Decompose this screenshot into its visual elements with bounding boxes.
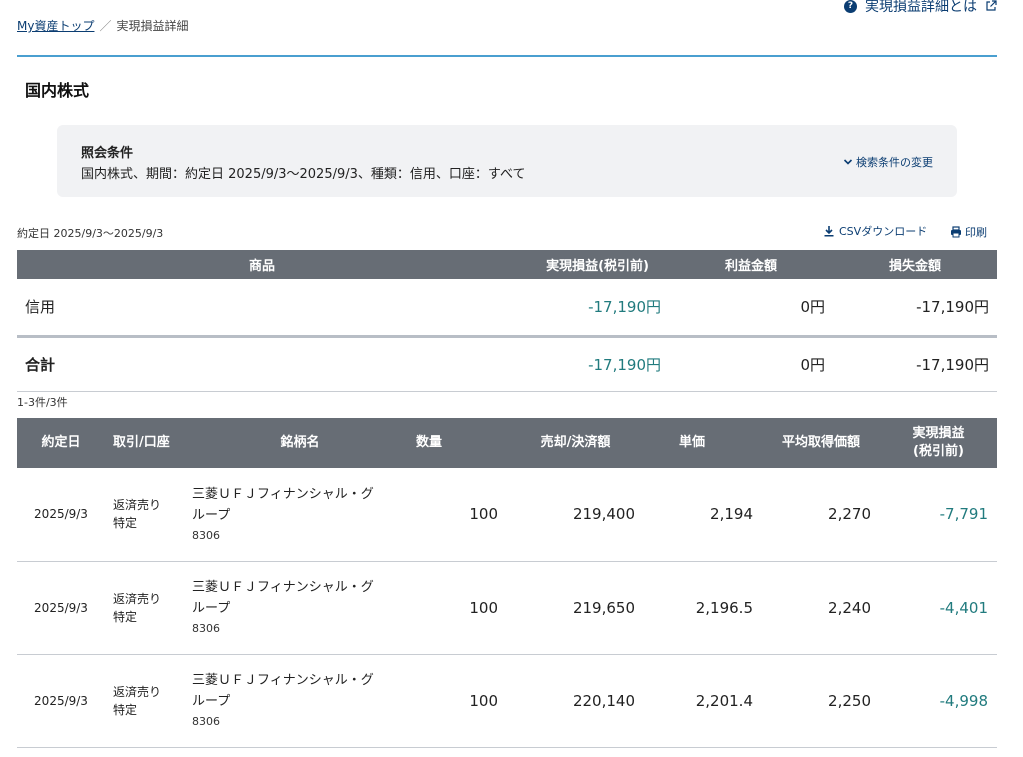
stock-code: 8306 (192, 528, 220, 542)
quantity: 100 (416, 561, 507, 655)
stock-name-cell: 三菱ＵＦＪフィナンシャル・グ ループ 8306 (184, 561, 416, 655)
print-label: 印刷 (965, 226, 987, 239)
realized-pl: -4,401 (880, 561, 997, 655)
summary-total-realized: -17,190円 (507, 336, 669, 392)
unit-price: 2,194 (644, 468, 762, 562)
detail-header-qty: 数量 (416, 418, 507, 468)
sale-amount: 220,140 (507, 654, 644, 748)
breadcrumb-current: 実現損益詳細 (116, 19, 189, 33)
detail-header-pl: 実現損益 (税引前) (880, 418, 997, 468)
avg-cost: 2,270 (762, 468, 880, 562)
summary-realized: -17,190円 (507, 279, 669, 338)
breadcrumb: My資産トップ ／ 実現損益詳細 (17, 17, 189, 34)
trade-type-cell: 返済売り 特定 (105, 468, 184, 562)
conditions-text: 国内株式、期間：約定日 2025/9/3〜2025/9/3、種類：信用、口座：す… (81, 167, 526, 182)
summary-table: 商品 実現損益(税引前) 利益金額 損失金額 信用 -17,190円 0円 -1… (17, 250, 997, 392)
question-icon: ? (844, 0, 857, 13)
sale-amount: 219,400 (507, 468, 644, 562)
unit-price: 2,196.5 (644, 561, 762, 655)
unit-price: 2,201.4 (644, 654, 762, 748)
trade-type: 返済売り (113, 684, 162, 699)
detail-header-pl-line2: (税引前) (913, 444, 964, 459)
quantity: 100 (416, 468, 507, 562)
detail-header-date: 約定日 (17, 418, 105, 468)
printer-icon (951, 226, 961, 238)
summary-profit: 0円 (669, 279, 833, 338)
stock-code: 8306 (192, 621, 220, 635)
section-title: 国内株式 (25, 81, 90, 100)
detail-header-avg: 平均取得価額 (762, 418, 880, 468)
table-row: 2025/9/3 返済売り 特定 三菱ＵＦＪフィナンシャル・グ ループ 8306… (17, 468, 997, 562)
detail-header-row: 約定日 取引/口座 銘柄名 数量 売却/決済額 単価 平均取得価額 実現損益 (… (17, 418, 997, 468)
change-conditions-link[interactable]: 検索条件の変更 (843, 154, 933, 170)
detail-header-amount: 売却/決済額 (507, 418, 644, 468)
summary-total-loss: -17,190円 (833, 336, 997, 392)
stock-name-line1: 三菱ＵＦＪフィナンシャル・グ (192, 579, 374, 595)
detail-table: 約定日 取引/口座 銘柄名 数量 売却/決済額 単価 平均取得価額 実現損益 (… (17, 418, 997, 748)
conditions-label: 照会条件 (81, 146, 134, 161)
trade-date: 2025/9/3 (17, 561, 105, 655)
breadcrumb-home-link[interactable]: My資産トップ (17, 17, 94, 34)
trade-date: 2025/9/3 (17, 468, 105, 562)
stock-name-cell: 三菱ＵＦＪフィナンシャル・グ ループ 8306 (184, 468, 416, 562)
detail-header-name: 銘柄名 (184, 418, 416, 468)
sale-amount: 219,650 (507, 561, 644, 655)
summary-header-row: 商品 実現損益(税引前) 利益金額 損失金額 (17, 250, 997, 279)
summary-total-profit: 0円 (669, 336, 833, 392)
table-row: 2025/9/3 返済売り 特定 三菱ＵＦＪフィナンシャル・グ ループ 8306… (17, 654, 997, 748)
trade-type-cell: 返済売り 特定 (105, 654, 184, 748)
top-divider (17, 55, 997, 57)
summary-product: 信用 (17, 279, 507, 338)
help-link[interactable]: ? 実現損益詳細とは (844, 0, 997, 16)
csv-download-link[interactable]: CSVダウンロード (823, 223, 927, 239)
summary-header-loss: 損失金額 (833, 250, 997, 279)
summary-row-total: 合計 -17,190円 0円 -17,190円 (17, 336, 997, 392)
trade-type: 返済売り (113, 591, 162, 606)
summary-row-credit: 信用 -17,190円 0円 -17,190円 (17, 279, 997, 338)
date-range-text: 約定日 2025/9/3〜2025/9/3 (17, 227, 164, 240)
avg-cost: 2,240 (762, 561, 880, 655)
stock-name-cell: 三菱ＵＦＪフィナンシャル・グ ループ 8306 (184, 654, 416, 748)
summary-loss: -17,190円 (833, 279, 997, 338)
account-type: 特定 (113, 702, 138, 717)
account-type: 特定 (113, 609, 138, 624)
result-count: 1-3件/3件 (17, 396, 68, 409)
stock-name-line2: ループ (192, 694, 231, 710)
summary-total-label: 合計 (17, 336, 507, 392)
realized-pl: -7,791 (880, 468, 997, 562)
summary-header-realized: 実現損益(税引前) (507, 250, 669, 279)
quantity: 100 (416, 654, 507, 748)
search-conditions-panel: 照会条件 国内株式、期間：約定日 2025/9/3〜2025/9/3、種類：信用… (57, 125, 957, 197)
detail-header-pl-line1: 実現損益 (912, 426, 965, 442)
realized-pl: -4,998 (880, 654, 997, 748)
table-row: 2025/9/3 返済売り 特定 三菱ＵＦＪフィナンシャル・グ ループ 8306… (17, 561, 997, 655)
detail-header-trade: 取引/口座 (105, 418, 184, 468)
summary-header-profit: 利益金額 (669, 250, 833, 279)
account-type: 特定 (113, 516, 138, 531)
download-icon (824, 226, 834, 237)
breadcrumb-separator: ／ (99, 19, 112, 33)
help-link-label: 実現損益詳細とは (865, 0, 977, 15)
stock-name-line1: 三菱ＵＦＪフィナンシャル・グ (192, 672, 374, 688)
stock-name-line2: ループ (192, 601, 231, 617)
external-link-icon (986, 0, 997, 11)
stock-name-line1: 三菱ＵＦＪフィナンシャル・グ (192, 486, 374, 502)
stock-code: 8306 (192, 714, 220, 728)
summary-header-product: 商品 (17, 250, 507, 279)
trade-date: 2025/9/3 (17, 654, 105, 748)
trade-type: 返済売り (113, 498, 162, 513)
detail-header-unit: 単価 (644, 418, 762, 468)
avg-cost: 2,250 (762, 654, 880, 748)
chevron-down-icon (843, 159, 853, 165)
print-link[interactable]: 印刷 (950, 224, 987, 240)
csv-download-label: CSVダウンロード (839, 225, 928, 238)
change-conditions-label: 検索条件の変更 (856, 156, 933, 169)
stock-name-line2: ループ (192, 508, 231, 524)
trade-type-cell: 返済売り 特定 (105, 561, 184, 655)
